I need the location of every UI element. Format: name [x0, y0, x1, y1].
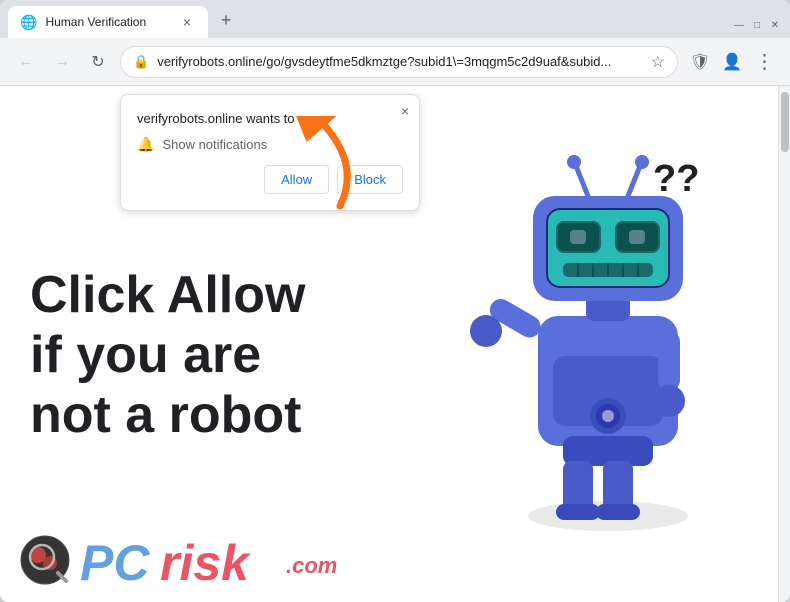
close-button[interactable]: ✕	[768, 18, 782, 32]
tab-close-button[interactable]: ×	[178, 13, 196, 31]
svg-text:risk: risk	[160, 535, 251, 587]
notification-popup: × verifyrobots.online wants to 🔔 Show no…	[120, 94, 420, 211]
refresh-button[interactable]: ↻	[84, 48, 112, 76]
svg-text:??: ??	[653, 158, 699, 200]
svg-text:PC: PC	[80, 535, 150, 587]
pcrisk-text-logo: PC risk	[78, 532, 278, 592]
browser-window: 🌐 Human Verification × + — □ ✕ ← → ↻ 🔒 v…	[0, 0, 790, 602]
title-bar: 🌐 Human Verification × + — □ ✕	[0, 0, 790, 38]
main-instruction-text: Click Allow if you are not a robot	[30, 266, 350, 445]
url-bar[interactable]: 🔒 verifyrobots.online/go/gvsdeytfme5dkmz…	[120, 46, 678, 78]
popup-close-button[interactable]: ×	[401, 103, 409, 119]
bell-icon: 🔔	[137, 136, 154, 153]
show-notifications-label: Show notifications	[162, 137, 267, 152]
bookmark-icon[interactable]: ☆	[651, 52, 665, 72]
menu-icon[interactable]: ⋮	[750, 48, 778, 76]
forward-button[interactable]: →	[48, 48, 76, 76]
page-content: × verifyrobots.online wants to 🔔 Show no…	[0, 86, 778, 602]
url-text: verifyrobots.online/go/gvsdeytfme5dkmztg…	[157, 54, 642, 69]
tab-strip: 🌐 Human Verification × +	[8, 6, 732, 38]
tab-favicon-icon: 🌐	[20, 14, 37, 31]
arrow-indicator	[280, 116, 370, 221]
scrollbar[interactable]	[778, 86, 790, 602]
address-bar: ← → ↻ 🔒 verifyrobots.online/go/gvsdeytfm…	[0, 38, 790, 86]
scrollbar-thumb[interactable]	[781, 92, 789, 152]
extension-icon[interactable]: 🛡	[686, 48, 714, 76]
profile-icon[interactable]: 👤	[718, 48, 746, 76]
pcrisk-logo-icon	[20, 535, 70, 590]
tab-title: Human Verification	[45, 15, 170, 29]
minimize-button[interactable]: —	[732, 18, 746, 32]
new-tab-button[interactable]: +	[212, 6, 240, 34]
window-controls: — □ ✕	[732, 18, 782, 38]
back-button[interactable]: ←	[12, 48, 40, 76]
pcrisk-dotcom: .com	[286, 553, 337, 579]
robot-illustration: ??	[458, 136, 738, 516]
active-tab[interactable]: 🌐 Human Verification ×	[8, 6, 208, 38]
watermark: PC risk .com	[20, 532, 337, 592]
page-area: × verifyrobots.online wants to 🔔 Show no…	[0, 86, 790, 602]
toolbar-icons: 🛡 👤 ⋮	[686, 48, 778, 76]
maximize-button[interactable]: □	[750, 18, 764, 32]
lock-icon: 🔒	[133, 54, 149, 70]
